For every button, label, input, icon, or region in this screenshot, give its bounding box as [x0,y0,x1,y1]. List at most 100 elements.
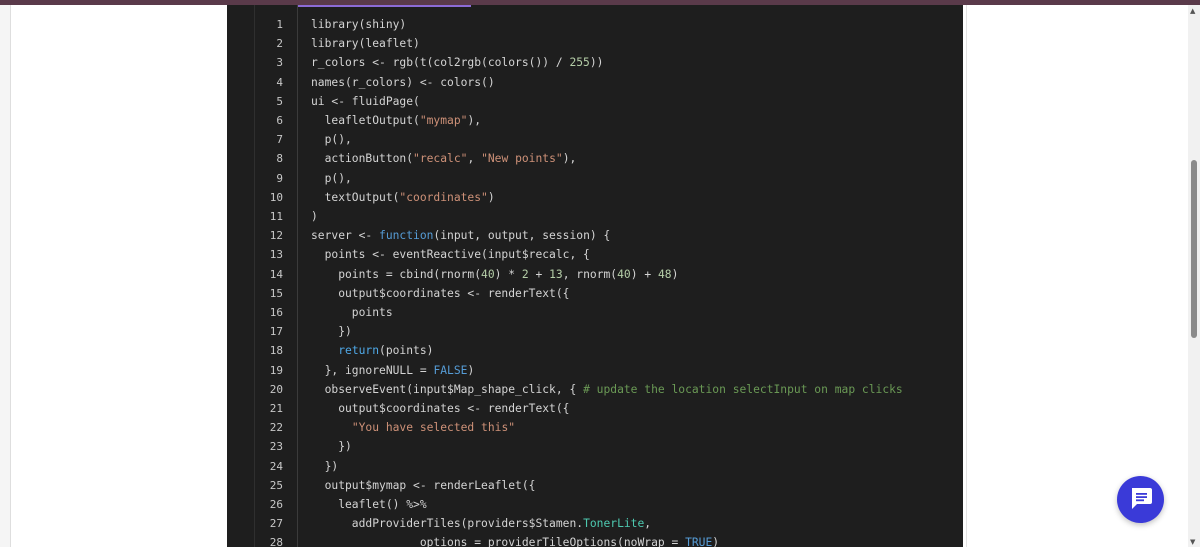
code-line: }) [311,440,352,454]
line-number: 14 [269,267,283,281]
code-token: textOutput( [311,190,400,204]
line-number: 11 [269,210,283,223]
code-token: , [644,517,652,531]
code-token: 255 [569,56,590,70]
code-token: points [311,306,393,319]
line-number: 12 [269,229,283,243]
code-token: , [467,152,482,166]
left-panel [0,5,11,547]
code-token: library(shiny) [311,18,407,31]
code-token: ) [311,210,318,223]
scroll-down-arrow-icon[interactable]: ▼ [1190,538,1195,546]
chat-button[interactable] [1117,476,1164,523]
code-token: ), [467,114,482,127]
code-token: ui <- fluidPage( [311,94,420,108]
code-line: }, ignoreNULL = FALSE) [311,363,475,378]
code-line: points = cbind(rnorm(40) * 2 + 13, rnorm… [311,268,678,282]
code-line: points <- eventReactive(input$recalc, { [311,248,590,262]
code-line: p(), [311,133,352,147]
code-line: }) [311,459,339,474]
code-token: }, ignoreNULL = [311,363,434,377]
line-number: 13 [269,248,283,262]
code-token: 48 [657,267,672,281]
line-number: 10 [269,190,283,204]
line-number: 27 [269,517,283,531]
code-token: ) [487,190,495,204]
code-token: output$coordinates <- renderText({ [311,286,570,300]
code-token: "You have selected this" [351,421,516,435]
code-token: TonerLite [583,517,645,531]
chat-bubble-icon [1128,485,1154,515]
code-block: 1 2 3 4 5 6 7 8 9 10 11 12 13 14 15 16 17 18 19 20 21 22 23 24 2… [227,5,963,547]
code-token: TRUE [685,536,713,547]
line-number: 25 [269,478,283,492]
line-number: 6 [276,114,283,127]
code-line: p(), [311,172,352,186]
code-line: output$coordinates <- renderText({ [311,402,569,416]
line-number: 17 [269,325,283,339]
code-line: ui <- fluidPage( [311,95,420,109]
line-number: 5 [276,94,283,108]
code-token: output$mymap <- renderLeaflet({ [311,478,536,492]
code-line: server <- function(input, output, sessio… [311,229,610,243]
code-token: "New points" [481,152,563,166]
code-line: observeEvent(input$Map_shape_click, { # … [311,383,903,397]
code-line: points [311,306,393,320]
line-number: 20 [269,382,283,396]
code-line: names(r_colors) <- colors() [311,76,495,90]
code-token: observeEvent(input$Map_shape_click, { [311,382,584,396]
line-number: 2 [276,37,283,51]
code-token: names(r_colors) <- colors() [311,75,495,89]
code-token: }) [311,459,339,473]
code-line: textOutput("coordinates") [311,191,495,205]
code-line: output$coordinates <- renderText({ [311,287,569,301]
code-token: ) + [630,267,658,281]
line-number: 3 [276,56,283,70]
code-token: leaflet() %>% [311,498,427,511]
line-number: 8 [276,152,283,166]
line-number: 21 [269,402,283,415]
line-number: 9 [276,171,283,185]
code-token: )) [589,56,604,70]
code-line: r_colors <- rgb(t(col2rgb(colors()) / 25… [311,56,603,70]
code-token: "coordinates" [399,190,488,204]
scrollbar-thumb[interactable] [1191,160,1197,338]
code-token: 2 [521,267,529,281]
code-token: r_colors <- rgb(t(col2rgb(colors()) / [311,56,570,70]
code-token: (input, output, session) { [433,229,611,243]
line-number: 28 [269,536,283,547]
code-token: p(), [311,171,352,185]
code-line: addProviderTiles(providers$Stamen.TonerL… [311,517,651,531]
code-token: , rnorm( [562,267,618,281]
code-line: }) [311,325,352,339]
code-token: }) [311,325,352,339]
code-token: + [528,267,550,281]
code-token: ) [467,363,475,377]
code-line: ) [311,210,318,224]
code-token: (points) [379,344,434,358]
code-line: actionButton("recalc", "New points"), [311,152,577,166]
code-line: library(leaflet) [311,37,420,51]
code-token: leafletOutput( [311,114,420,127]
scroll-up-arrow-icon[interactable]: ▲ [1190,7,1195,15]
line-number: 1 [276,18,283,31]
line-number: 18 [269,344,283,358]
code-token: options = providerTileOptions(noWrap = [311,536,686,547]
page-scrollbar[interactable]: ▲ ▼ [1188,5,1200,547]
code-token: "recalc" [413,152,468,166]
code-line: output$mymap <- renderLeaflet({ [311,478,536,493]
code-line: leafletOutput("mymap"), [311,114,481,128]
code-token: addProviderTiles(providers$Stamen. [311,517,584,531]
code-token: points = cbind(rnorm( [311,267,482,281]
line-number: 16 [269,306,283,319]
line-number: 15 [269,286,283,300]
line-number: 22 [269,421,283,435]
line-number: 7 [276,133,283,147]
code-token: function [379,229,434,243]
code-token: }) [311,440,352,454]
code-token: FALSE [433,363,468,377]
code-line: library(shiny) [311,18,406,32]
line-number: 23 [269,440,283,454]
line-number: 19 [269,363,283,377]
